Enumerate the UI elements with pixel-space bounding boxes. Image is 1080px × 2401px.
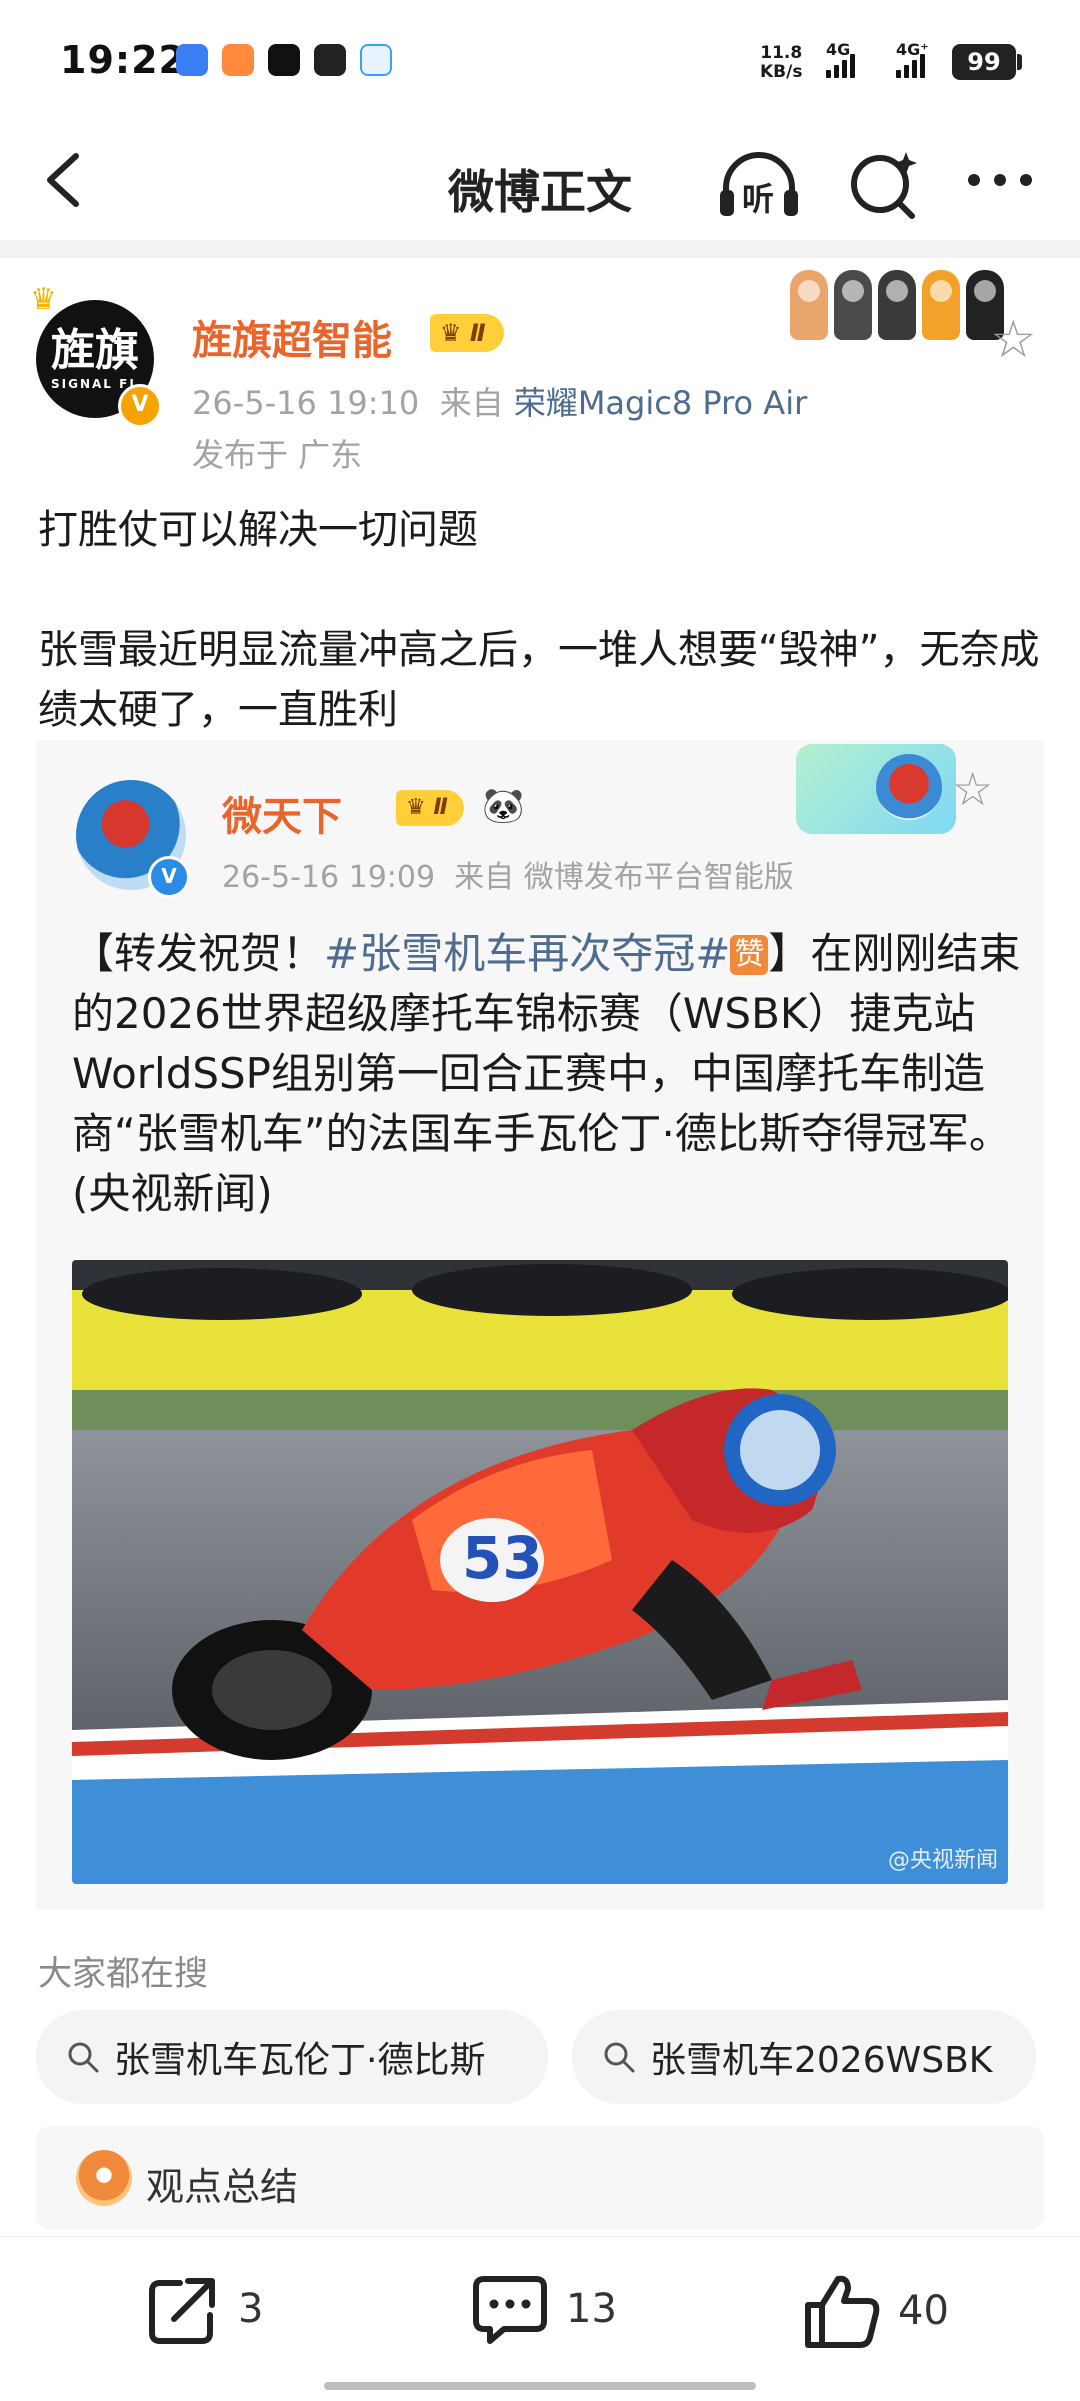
repost-source: 来自 微博发布平台智能版 <box>454 860 794 895</box>
nav-bar: 微博正文 听 <box>0 120 1080 240</box>
repost-time: 26-5-16 19:09 <box>222 860 436 895</box>
repost-author-name[interactable]: 微天下 <box>222 784 342 842</box>
comment-icon <box>473 2276 547 2344</box>
repost-card[interactable]: V 微天下 ♛ Ⅱ 🐼 26-5-16 19:09 来自 微博发布平台智能版 ☆… <box>36 740 1044 1910</box>
post-text-line: 张雪最近明显流量冲高之后，一堆人想要“毁神”，无奈成绩太硬了，一直胜利 <box>38 627 1040 733</box>
summary-label: 观点总结 <box>146 2165 299 2209</box>
panda-icon: 🐼 <box>482 786 525 826</box>
status-time: 19:22 <box>60 38 186 82</box>
network-speed-value: 11.8 <box>760 43 803 63</box>
source-prefix: 来自 <box>439 384 504 422</box>
more-dots-icon <box>968 174 1032 186</box>
paw-icon <box>834 270 872 340</box>
network-speed-unit: KB/s <box>760 62 803 82</box>
verified-badge-icon: V <box>148 856 190 898</box>
zan-emoji-icon: 赞 <box>730 935 769 975</box>
author-name[interactable]: 旌旗超智能 <box>192 308 392 366</box>
robot-mascot-icon <box>76 2150 132 2206</box>
action-bar: 3 13 40 <box>0 2236 1080 2401</box>
home-indicator[interactable] <box>324 2382 756 2390</box>
post-meta: 26-5-16 19:10 来自 荣耀Magic8 Pro Air <box>192 378 807 424</box>
thumbs-up-icon <box>805 2275 880 2348</box>
paw-icon <box>790 270 828 340</box>
app-notification-icon <box>222 44 254 76</box>
tiktok-icon <box>268 44 300 76</box>
section-divider <box>0 240 1080 258</box>
favorite-star-icon[interactable]: ☆ <box>990 310 1037 370</box>
listen-button[interactable]: 听 <box>716 146 802 222</box>
app-notification-icon <box>176 44 208 76</box>
post-text-line: 打胜仗可以解决一切问题 <box>38 507 478 553</box>
signal-bars-icon <box>826 52 855 78</box>
motorcycle-race-image: 53 <box>72 1260 1008 1884</box>
hot-search-chip-label: 张雪机车2026WSBK <box>650 2040 993 2081</box>
vip-level: Ⅱ <box>433 795 448 820</box>
crown-icon: ♛ <box>440 319 470 347</box>
more-button[interactable] <box>960 160 1040 200</box>
crown-icon: ♛ <box>406 795 434 820</box>
hot-search-chip[interactable]: 张雪机车2026WSBK <box>572 2010 1036 2104</box>
post-location: 发布于 广东 <box>192 436 363 474</box>
race-photo[interactable]: 53 @央视新闻 <box>72 1260 1008 1884</box>
avatar-text: 旌旗 <box>51 325 139 376</box>
repost-meta: 26-5-16 19:09 来自 微博发布平台智能版 <box>222 852 794 896</box>
festival-sticker-icon <box>796 744 956 834</box>
network-speed: 11.8 KB/s <box>760 44 802 82</box>
post-body: 打胜仗可以解决一切问题 张雪最近明显流量冲高之后，一堆人想要“毁神”，无奈成绩太… <box>38 500 1048 740</box>
paw-decoration <box>790 270 1004 340</box>
hot-search-chip-label: 张雪机车瓦伦丁·德比斯 <box>114 2040 486 2081</box>
comment-count: 13 <box>566 2286 617 2332</box>
vip-level: Ⅱ <box>469 319 486 347</box>
viewpoint-summary[interactable]: 观点总结 <box>36 2126 1044 2230</box>
hashtag-link[interactable]: #张雪机车再次夺冠# <box>324 929 730 978</box>
repost-text-prefix: 【转发祝贺！ <box>72 929 325 978</box>
like-count: 40 <box>898 2288 949 2334</box>
ai-search-icon <box>851 152 917 219</box>
vip-badge[interactable]: ♛ Ⅱ <box>396 790 464 826</box>
favorite-star-icon[interactable]: ☆ <box>952 762 993 816</box>
app-notification-icon <box>360 44 392 76</box>
verified-badge-icon: V <box>118 384 162 428</box>
share-icon <box>149 2278 215 2344</box>
listen-label: 听 <box>742 180 775 218</box>
repost-button[interactable]: 3 <box>146 2271 263 2347</box>
paw-icon <box>878 270 916 340</box>
app-notification-icon <box>314 44 346 76</box>
search-icon <box>604 2042 635 2073</box>
ai-search-button[interactable] <box>844 144 924 224</box>
post-time: 26-5-16 19:10 <box>192 384 420 422</box>
battery-tip <box>1017 54 1022 70</box>
race-number-label: 53 <box>462 1524 543 1592</box>
status-bar: 19:22 11.8 KB/s 4G 4G⁺ 99 <box>0 0 1080 120</box>
crown-icon: ♛ <box>30 282 57 317</box>
battery-level: 99 <box>952 44 1016 80</box>
signal-bars-icon <box>896 52 925 78</box>
image-watermark: @央视新闻 <box>887 1848 998 1873</box>
repost-body: 【转发祝贺！#张雪机车再次夺冠# 赞】在刚刚结束的2026世界超级摩托车锦标赛（W… <box>72 924 1022 1224</box>
vip-badge[interactable]: ♛ Ⅱ <box>430 314 504 352</box>
like-button[interactable]: 40 <box>802 2271 949 2351</box>
comment-button[interactable]: 13 <box>470 2271 617 2347</box>
hot-search-title: 大家都在搜 <box>38 1954 208 1994</box>
repost-count: 3 <box>238 2286 264 2332</box>
hot-search-chip[interactable]: 张雪机车瓦伦丁·德比斯 <box>36 2010 548 2104</box>
search-icon <box>68 2042 99 2073</box>
paw-icon <box>922 270 960 340</box>
source-device[interactable]: 荣耀Magic8 Pro Air <box>514 384 807 422</box>
